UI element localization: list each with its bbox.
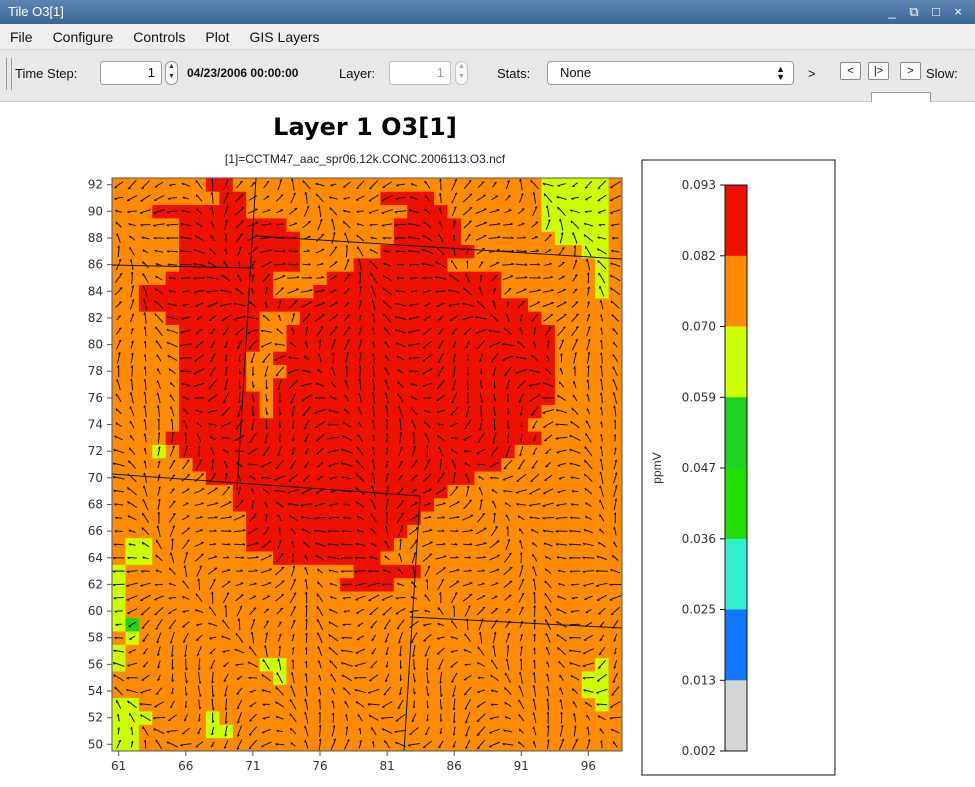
y-tick-label: 68 [88,498,103,512]
x-tick-label: 71 [245,759,260,773]
legend-swatch [725,468,747,539]
y-tick-label: 62 [88,577,103,591]
legend-break-label: 0.059 [682,390,716,404]
legend-swatch [725,397,747,469]
x-tick-label: 81 [379,759,394,773]
legend-break-label: 0.013 [682,673,716,687]
legend-swatch [725,326,747,398]
legend-colorbar [724,184,748,752]
y-tick-label: 88 [88,231,103,245]
y-tick-label: 86 [88,258,103,272]
x-axis: 61 66 71 76 81 86 91 96 [111,751,596,773]
legend-break-label: 0.093 [682,178,716,192]
x-tick-label: 91 [514,759,529,773]
legend-break-label: 0.036 [682,532,716,546]
x-tick-label: 66 [178,759,193,773]
x-tick-label: 76 [312,759,327,773]
legend-break-label: 0.025 [682,603,716,617]
y-tick-label: 92 [88,178,103,192]
legend-break-label: 0.070 [682,320,716,334]
y-tick-label: 60 [88,604,103,618]
tile-plot: 50 52 54 56 58 60 62 64 66 68 70 72 74 76 78 80 82 84 86 88… [88,159,836,776]
y-tick-label: 76 [88,391,103,405]
y-tick-label: 50 [88,737,103,751]
y-tick-label: 56 [88,657,103,671]
y-tick-label: 80 [88,338,103,352]
legend-swatch [725,185,747,256]
x-tick-label: 86 [447,759,462,773]
y-tick-label: 72 [88,444,103,458]
concentration-grid[interactable] [112,178,623,752]
legend-swatch [725,255,747,327]
legend-swatch [725,609,747,681]
y-tick-label: 64 [88,551,103,565]
y-tick-label: 82 [88,311,103,325]
y-tick-label: 54 [88,684,103,698]
y-tick-label: 78 [88,364,103,378]
legend-break-label: 0.082 [682,249,716,263]
x-tick-label: 61 [111,759,126,773]
legend-break-label: 0.047 [682,461,716,475]
y-tick-label: 58 [88,631,103,645]
y-tick-label: 70 [88,471,103,485]
legend-break-label: 0.002 [682,744,716,758]
y-tick-label: 52 [88,711,103,725]
y-tick-label: 84 [88,284,103,298]
y-axis: 50 52 54 56 58 60 62 64 66 68 70 72 74 76 78 80 82 84 86 88… [88,178,112,751]
legend-swatch [725,538,747,610]
y-tick-label: 90 [88,204,103,218]
legend-unit: ppmV [650,452,664,483]
y-tick-label: 74 [88,418,103,432]
x-tick-label: 96 [581,759,596,773]
y-tick-label: 66 [88,524,103,538]
legend-swatch [725,680,747,752]
